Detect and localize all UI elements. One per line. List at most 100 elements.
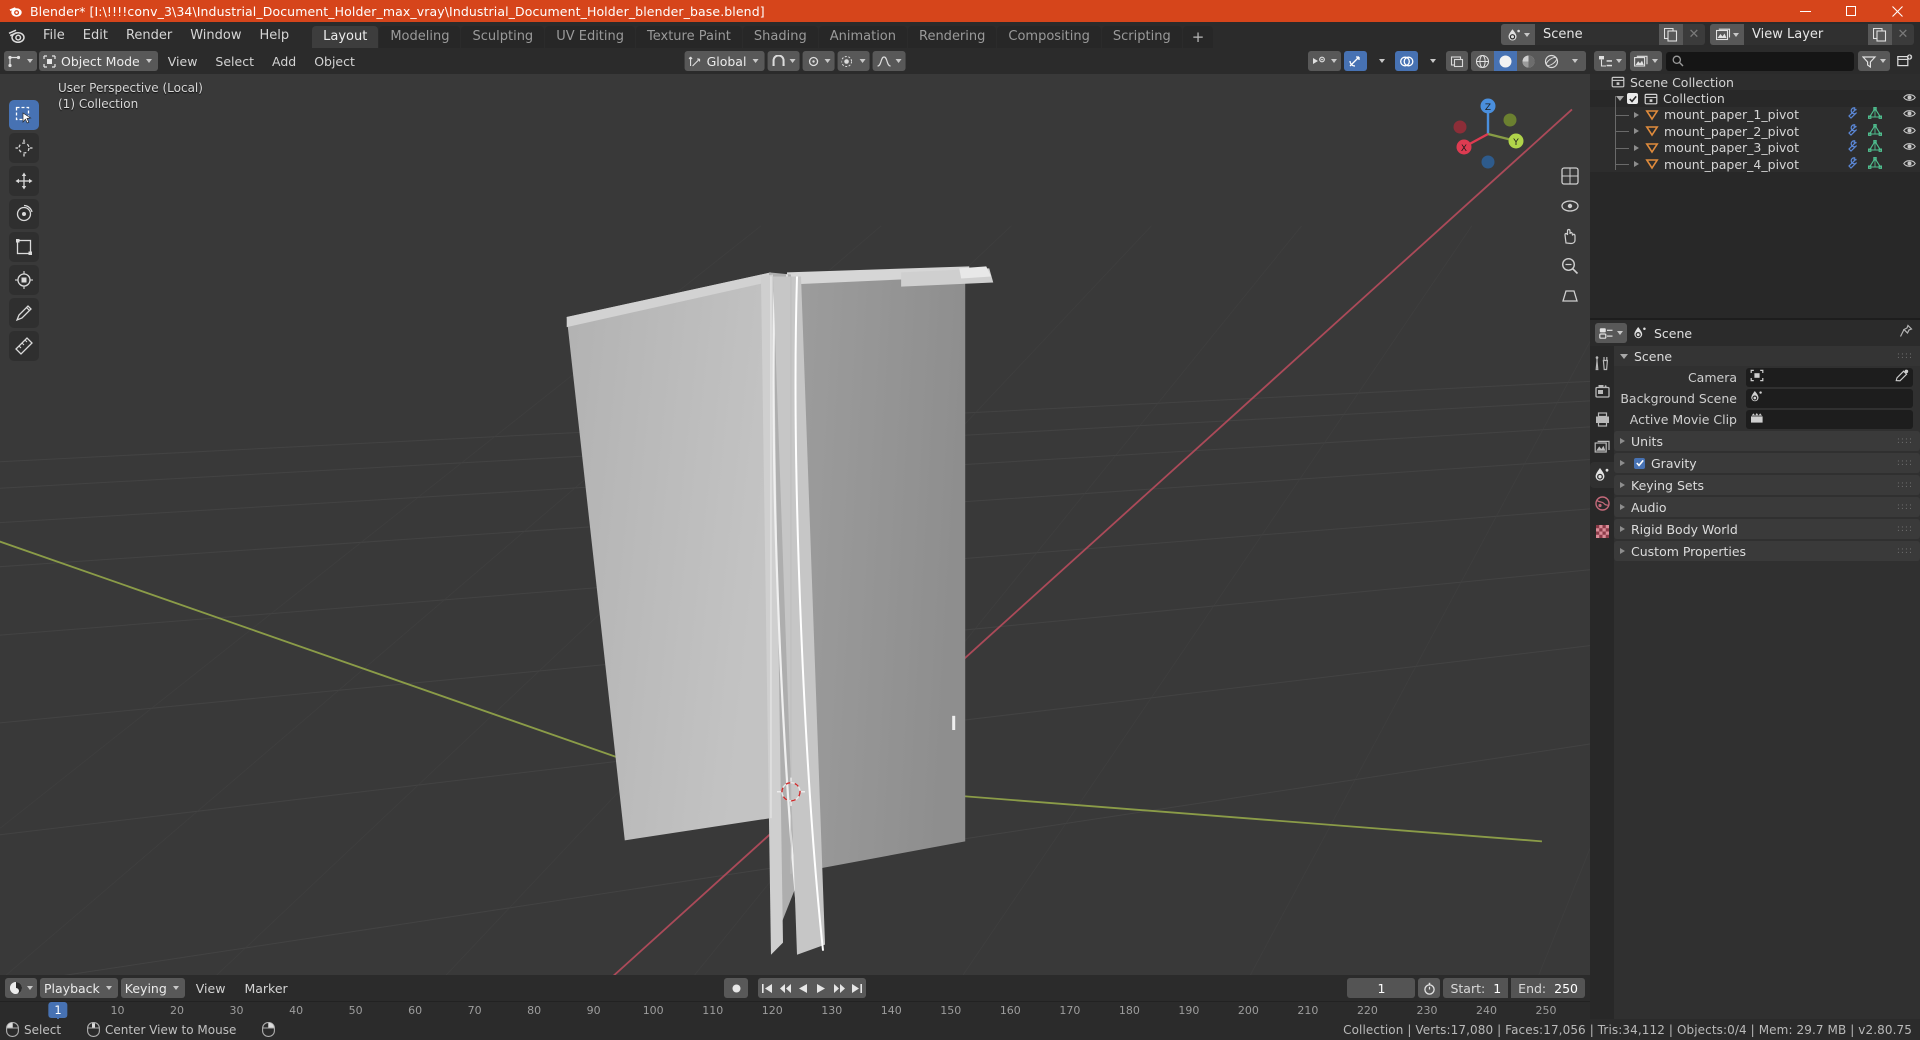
- disclosure-triangle-closed[interactable]: [1620, 526, 1625, 532]
- panel-header[interactable]: Keying Sets::::: [1614, 475, 1920, 495]
- tab-layout[interactable]: Layout: [312, 26, 379, 48]
- properties-tab-scene[interactable]: [1590, 462, 1614, 488]
- modifier-icon[interactable]: [1846, 124, 1859, 139]
- jump-to-keyframe-next-icon[interactable]: [830, 978, 848, 998]
- scene-name[interactable]: Scene: [1535, 24, 1659, 45]
- scale-tool[interactable]: [9, 232, 39, 262]
- eye-icon[interactable]: [1903, 157, 1916, 172]
- properties-tab-world[interactable]: [1590, 490, 1614, 516]
- rotate-tool[interactable]: [9, 199, 39, 229]
- panel-grip-icon[interactable]: ::::: [1897, 524, 1913, 534]
- eye-icon[interactable]: [1903, 140, 1916, 155]
- properties-tab-output[interactable]: [1590, 406, 1614, 432]
- pin-icon[interactable]: [1899, 324, 1913, 342]
- properties-tab-texture[interactable]: [1590, 518, 1614, 544]
- viewport-menu-view[interactable]: View: [160, 52, 206, 71]
- jump-to-start-icon[interactable]: [758, 978, 776, 998]
- shading-dropdown[interactable]: [1563, 51, 1586, 71]
- panel-checkbox[interactable]: [1634, 457, 1645, 469]
- disclosure-triangle-closed[interactable]: [1630, 161, 1643, 168]
- viewport-menu-add[interactable]: Add: [264, 52, 304, 71]
- tab-animation[interactable]: Animation: [818, 26, 907, 48]
- scene-selector[interactable]: Scene ✕: [1501, 24, 1705, 45]
- zoom-region-icon[interactable]: [1558, 164, 1582, 188]
- eye-icon[interactable]: [1903, 124, 1916, 139]
- rendered-shading-icon[interactable]: [1540, 51, 1563, 71]
- transform-tool[interactable]: [9, 265, 39, 295]
- property-field[interactable]: [1746, 368, 1913, 387]
- disclosure-triangle-closed[interactable]: [1620, 460, 1625, 466]
- tab-sculpting[interactable]: Sculpting: [461, 26, 545, 48]
- panel-grip-icon[interactable]: ::::: [1897, 546, 1913, 556]
- play-reverse-icon[interactable]: [794, 978, 812, 998]
- eyedropper-icon[interactable]: [1895, 369, 1909, 386]
- snap-increment-icon[interactable]: [802, 51, 835, 71]
- gizmo-dropdown[interactable]: [1370, 51, 1392, 71]
- tab-modeling[interactable]: Modeling: [379, 26, 461, 48]
- timeline-menu-playback[interactable]: Playback: [40, 978, 118, 998]
- zoom-view-icon[interactable]: [1558, 254, 1582, 278]
- editor-type-3dview-icon[interactable]: [4, 51, 37, 71]
- pan-view-icon[interactable]: [1558, 224, 1582, 248]
- timeline-menu-marker[interactable]: Marker: [236, 979, 295, 998]
- tab-rendering[interactable]: Rendering: [908, 26, 997, 48]
- collection-checkbox[interactable]: [1627, 93, 1638, 105]
- camera-view-icon[interactable]: [1558, 194, 1582, 218]
- add-workspace-button[interactable]: +: [1182, 26, 1214, 48]
- view-layer-selector[interactable]: View Layer ✕: [1710, 24, 1914, 45]
- proportional-edit-icon[interactable]: [837, 51, 870, 71]
- viewport-menu-object[interactable]: Object: [306, 52, 363, 71]
- tab-texture-paint[interactable]: Texture Paint: [636, 26, 742, 48]
- menu-file[interactable]: File: [34, 25, 74, 46]
- view-layer-icon[interactable]: [1710, 24, 1744, 45]
- jump-to-end-icon[interactable]: [848, 978, 866, 998]
- tab-uv-editing[interactable]: UV Editing: [545, 26, 636, 48]
- annotate-tool[interactable]: [9, 298, 39, 328]
- outliner-row[interactable]: Collection: [1590, 90, 1920, 106]
- minimize-button[interactable]: [1782, 0, 1828, 22]
- panel-header[interactable]: Custom Properties::::: [1614, 541, 1920, 561]
- transform-orientation-selector[interactable]: Global: [684, 51, 765, 71]
- eye-icon[interactable]: [1903, 107, 1916, 122]
- duplicate-icon[interactable]: [1868, 24, 1892, 45]
- modifier-icon[interactable]: [1846, 140, 1859, 155]
- panel-grip-icon[interactable]: ::::: [1897, 351, 1913, 361]
- xray-icon[interactable]: [1446, 51, 1468, 71]
- menu-help[interactable]: Help: [251, 25, 299, 46]
- frame-start-field[interactable]: Start: 1: [1443, 978, 1509, 998]
- remove-view-layer-button[interactable]: ✕: [1892, 24, 1914, 45]
- outliner-tree[interactable]: Scene Collection Collection mount_paper_1_…: [1590, 74, 1920, 318]
- cursor-tool[interactable]: [9, 133, 39, 163]
- timeline-menu-view[interactable]: View: [188, 979, 234, 998]
- outliner-row[interactable]: mount_paper_2_pivot: [1590, 123, 1920, 140]
- close-button[interactable]: [1874, 0, 1920, 22]
- properties-tab-tool[interactable]: [1590, 350, 1614, 376]
- menu-edit[interactable]: Edit: [74, 25, 117, 46]
- outliner-row[interactable]: mount_paper_3_pivot: [1590, 139, 1920, 156]
- measure-tool[interactable]: [9, 331, 39, 361]
- scene-icon[interactable]: [1501, 24, 1535, 45]
- move-tool[interactable]: [9, 166, 39, 196]
- properties-tab-render[interactable]: [1590, 378, 1614, 404]
- disclosure-triangle-closed[interactable]: [1620, 548, 1625, 554]
- viewport-canvas[interactable]: User Perspective (Local) (1) Collection: [0, 74, 1590, 975]
- tab-compositing[interactable]: Compositing: [997, 26, 1101, 48]
- editor-type-properties-icon[interactable]: [1595, 323, 1627, 343]
- search-input[interactable]: [1666, 51, 1854, 71]
- disclosure-triangle-closed[interactable]: [1620, 482, 1625, 488]
- panel-grip-icon[interactable]: ::::: [1897, 436, 1913, 446]
- magnet-icon[interactable]: [767, 51, 800, 71]
- modifier-icon[interactable]: [1846, 156, 1859, 172]
- preview-range-icon[interactable]: [1418, 978, 1441, 998]
- frame-end-field[interactable]: End: 250: [1511, 978, 1585, 998]
- panel-grip-icon[interactable]: ::::: [1897, 458, 1913, 468]
- mesh-data-icon[interactable]: [1868, 156, 1883, 172]
- current-frame-field[interactable]: 1: [1347, 978, 1416, 998]
- outliner-search-field[interactable]: [1689, 54, 1848, 68]
- toggle-perspective-icon[interactable]: [1558, 284, 1582, 308]
- disclosure-triangle-open[interactable]: [1620, 353, 1628, 359]
- mesh-data-icon[interactable]: [1868, 107, 1883, 122]
- outliner-display-mode-icon[interactable]: [1594, 51, 1626, 71]
- duplicate-icon[interactable]: [1659, 24, 1683, 45]
- panel-header[interactable]: Scene::::: [1614, 346, 1920, 366]
